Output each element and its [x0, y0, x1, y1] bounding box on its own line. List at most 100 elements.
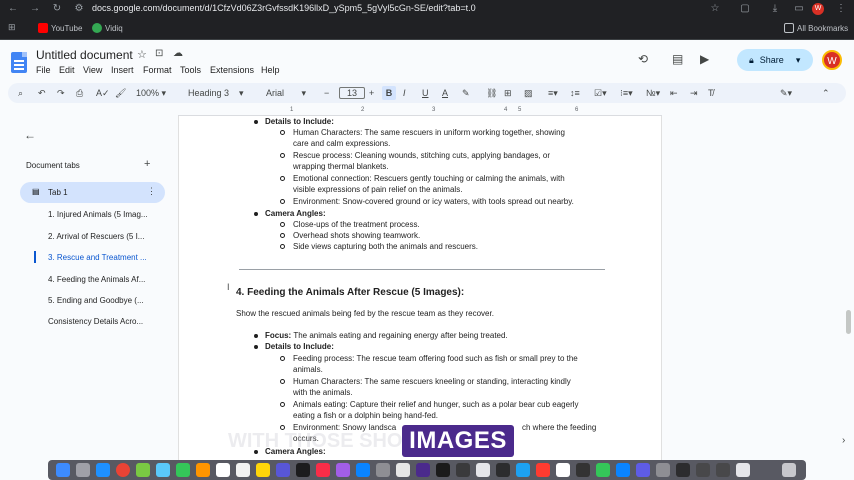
- bold-icon[interactable]: B: [382, 86, 396, 100]
- menu-help[interactable]: Help: [261, 65, 280, 75]
- downloads-icon[interactable]: [716, 463, 730, 477]
- app-store-icon[interactable]: [356, 463, 370, 477]
- site-info-icon[interactable]: ⚙: [72, 2, 86, 16]
- photos-icon[interactable]: [196, 463, 210, 477]
- menu-format[interactable]: Format: [143, 65, 172, 75]
- messages-icon[interactable]: [136, 463, 150, 477]
- launchpad-icon[interactable]: [76, 463, 90, 477]
- all-bookmarks[interactable]: All Bookmarks: [784, 23, 848, 33]
- document-page[interactable]: Details to Include: Human Characters: Th…: [178, 116, 662, 460]
- forward-icon[interactable]: →: [28, 2, 42, 16]
- line-spacing-icon[interactable]: ↕≡: [570, 86, 580, 100]
- insert-image-icon[interactable]: ▨: [524, 86, 533, 100]
- app-icon[interactable]: [476, 463, 490, 477]
- editing-mode-icon[interactable]: ✎▾: [780, 86, 792, 100]
- section-heading[interactable]: 4. Feeding the Animals After Rescue (5 I…: [236, 286, 464, 299]
- clear-formatting-icon[interactable]: T̸: [708, 86, 714, 100]
- menu-dots-icon[interactable]: ⋮: [834, 2, 848, 16]
- app-icon[interactable]: [736, 463, 750, 477]
- bookmark-vidiq[interactable]: Vidiq: [92, 23, 123, 33]
- folder-icon[interactable]: [696, 463, 710, 477]
- outline-item[interactable]: 2. Arrival of Rescuers (5 I...: [48, 232, 144, 241]
- highlight-icon[interactable]: ✎: [462, 86, 470, 100]
- safari-icon[interactable]: [96, 463, 110, 477]
- reminders-icon[interactable]: [236, 463, 250, 477]
- align-icon[interactable]: ≡▾: [548, 86, 558, 100]
- outline-item[interactable]: 4. Feeding the Animals Af...: [48, 275, 145, 284]
- scrollbar-thumb[interactable]: [846, 310, 851, 334]
- outline-item[interactable]: 5. Ending and Goodbye (...: [48, 296, 144, 305]
- meet-icon[interactable]: ▶: [700, 52, 709, 66]
- numbered-list-icon[interactable]: №▾: [646, 86, 660, 100]
- increase-font-size-icon[interactable]: +: [369, 86, 374, 100]
- undo-icon[interactable]: ↶: [38, 86, 46, 100]
- app-icon[interactable]: [516, 463, 530, 477]
- apps-grid-icon[interactable]: ⊞: [8, 22, 16, 33]
- decrease-indent-icon[interactable]: ⇤: [670, 86, 678, 100]
- bulleted-list-icon[interactable]: ⁝≡▾: [620, 86, 633, 100]
- finder-icon[interactable]: [56, 463, 70, 477]
- font-size-input[interactable]: 13: [339, 87, 365, 99]
- menu-edit[interactable]: Edit: [59, 65, 75, 75]
- notion-icon[interactable]: [556, 463, 570, 477]
- underline-icon[interactable]: U: [422, 86, 429, 100]
- menu-insert[interactable]: Insert: [111, 65, 134, 75]
- menu-extensions[interactable]: Extensions: [210, 65, 254, 75]
- chrome-icon[interactable]: [116, 463, 130, 477]
- expand-panel-icon[interactable]: ›: [842, 435, 845, 446]
- increase-indent-icon[interactable]: ⇥: [690, 86, 698, 100]
- settings-icon[interactable]: [376, 463, 390, 477]
- print-icon[interactable]: ⎙: [76, 86, 83, 100]
- outline-item[interactable]: 1. Injured Animals (5 Imag...: [48, 210, 148, 219]
- menu-file[interactable]: File: [36, 65, 51, 75]
- terminal-icon[interactable]: [456, 463, 470, 477]
- horizontal-ruler[interactable]: 1 2 3 4 5 6: [178, 106, 662, 116]
- checklist-icon[interactable]: ☑▾: [594, 86, 607, 100]
- docs-logo-icon[interactable]: [11, 52, 27, 73]
- paint-format-icon[interactable]: 🖌︎: [115, 86, 126, 100]
- menu-tools[interactable]: Tools: [180, 65, 201, 75]
- mail-icon[interactable]: [156, 463, 170, 477]
- profile-avatar[interactable]: W: [812, 3, 824, 15]
- app-icon[interactable]: [616, 463, 630, 477]
- insert-link-icon[interactable]: ⛓: [486, 86, 497, 100]
- download-icon[interactable]: ⤓: [768, 2, 782, 16]
- facetime-icon[interactable]: [176, 463, 190, 477]
- extensions-icon[interactable]: ▢: [738, 2, 752, 16]
- italic-icon[interactable]: I: [403, 86, 406, 100]
- zoom-select[interactable]: 100% ▾: [136, 86, 170, 100]
- collapse-menus-icon[interactable]: ⌃: [822, 86, 830, 100]
- app-icon[interactable]: [596, 463, 610, 477]
- version-history-icon[interactable]: ⟲: [638, 52, 648, 66]
- address-bar[interactable]: docs.google.com/document/d/1CfzVd06Z3rGv…: [92, 3, 476, 13]
- add-tab-icon[interactable]: +: [144, 158, 150, 170]
- add-comment-icon[interactable]: ⊞: [504, 86, 512, 100]
- reload-icon[interactable]: ↻: [50, 2, 64, 16]
- move-folder-icon[interactable]: ⊡: [155, 48, 163, 59]
- bookmark-star-icon[interactable]: ☆: [708, 2, 722, 16]
- app-icon[interactable]: [676, 463, 690, 477]
- app-icon[interactable]: [496, 463, 510, 477]
- app-icon[interactable]: [416, 463, 430, 477]
- redo-icon[interactable]: ↷: [57, 86, 65, 100]
- outline-item-active[interactable]: 3. Rescue and Treatment ...: [48, 253, 147, 262]
- app-icon[interactable]: [536, 463, 550, 477]
- freeform-icon[interactable]: [276, 463, 290, 477]
- preview-icon[interactable]: [396, 463, 410, 477]
- music-icon[interactable]: [316, 463, 330, 477]
- notes-icon[interactable]: [256, 463, 270, 477]
- share-button[interactable]: 🔒︎ Share ▾: [737, 49, 813, 71]
- font-select[interactable]: Arial ▾: [266, 86, 320, 100]
- outline-item[interactable]: Consistency Details Acro...: [48, 317, 143, 326]
- style-select[interactable]: Heading 3 ▾: [188, 86, 256, 100]
- app-icon[interactable]: [576, 463, 590, 477]
- capcut-icon[interactable]: [436, 463, 450, 477]
- bookmark-youtube[interactable]: YouTube: [38, 23, 82, 33]
- search-menus-icon[interactable]: ⌕: [18, 86, 23, 100]
- side-panel-icon[interactable]: ▭: [792, 2, 806, 16]
- back-icon[interactable]: ←: [6, 2, 20, 16]
- document-title[interactable]: Untitled document: [36, 48, 133, 62]
- comments-icon[interactable]: ▤: [672, 52, 683, 66]
- menu-view[interactable]: View: [83, 65, 102, 75]
- tab-options-icon[interactable]: ⋮: [147, 186, 156, 197]
